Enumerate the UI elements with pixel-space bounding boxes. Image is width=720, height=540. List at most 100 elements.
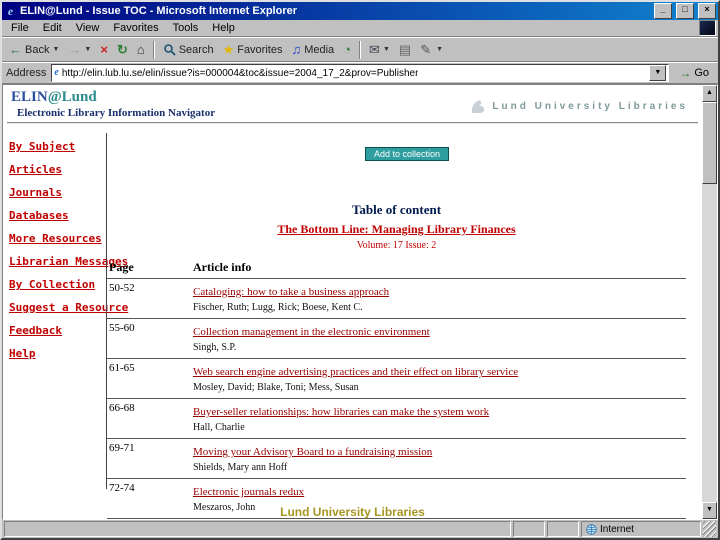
status-pane (547, 521, 579, 537)
print-button[interactable]: ▤ (395, 42, 415, 57)
browser-toolbar: ← Back ▼ → ▼ × ↻ ⌂ Search ★ Favorites ♫ … (2, 37, 718, 62)
menu-view[interactable]: View (69, 21, 107, 35)
journal-title-link[interactable]: The Bottom Line: Managing Library Financ… (107, 222, 686, 237)
menubar: File Edit View Favorites Tools Help (2, 20, 718, 37)
web-page: ELIN@Lund Electronic Library Information… (3, 85, 702, 519)
menu-edit[interactable]: Edit (36, 21, 69, 35)
forward-dropdown-icon[interactable]: ▼ (84, 46, 91, 53)
page-range: 61-65 (109, 362, 135, 374)
sidebar-item-more-resources[interactable]: More Resources (9, 232, 102, 245)
mail-dropdown-icon[interactable]: ▼ (383, 46, 390, 53)
page-range: 72-74 (109, 482, 135, 494)
toc-header: Table of content The Bottom Line: Managi… (107, 201, 686, 251)
article-link[interactable]: Electronic journals redux (193, 486, 304, 498)
article-authors: Mosley, David; Blake, Toni; Mess, Susan (193, 382, 359, 393)
forward-icon: → (68, 42, 82, 57)
resize-grip[interactable] (703, 521, 716, 537)
toolbar-separator (152, 40, 155, 59)
sidebar-item-by-subject[interactable]: By Subject (9, 140, 75, 153)
article-link[interactable]: Moving your Advisory Board to a fundrais… (193, 446, 432, 458)
article-authors: Hall, Charlie (193, 422, 245, 433)
home-icon: ⌂ (136, 42, 145, 57)
scroll-down-button[interactable]: ▼ (702, 502, 717, 519)
media-button[interactable]: ♫ Media (287, 42, 338, 57)
sidebar-item-help[interactable]: Help (9, 347, 36, 360)
page-favicon-icon: e (54, 67, 59, 78)
table-row: 55-60 Collection management in the elect… (107, 319, 686, 359)
refresh-icon: ↻ (116, 42, 128, 57)
edit-icon: ✎ (420, 42, 432, 57)
status-message-pane (4, 521, 511, 537)
home-button[interactable]: ⌂ (133, 42, 149, 57)
go-button[interactable]: → Go (674, 65, 714, 81)
back-button[interactable]: ← Back ▼ (5, 42, 63, 57)
elin-logo: ELIN@Lund (11, 89, 97, 106)
favorites-button[interactable]: ★ Favorites (219, 42, 287, 57)
mail-icon: ✉ (369, 42, 380, 57)
refresh-button[interactable]: ↻ (113, 42, 132, 57)
sidebar-item-journals[interactable]: Journals (9, 186, 62, 199)
page-footer: Lund University Libraries (280, 505, 425, 519)
browser-window: e ELIN@Lund - Issue TOC - Microsoft Inte… (0, 0, 720, 540)
article-authors: Shields, Mary ann Hoff (193, 462, 288, 473)
sidebar-item-articles[interactable]: Articles (9, 163, 62, 176)
go-icon: → (679, 66, 692, 80)
table-row: 61-65 Web search engine advertising prac… (107, 359, 686, 399)
back-dropdown-icon[interactable]: ▼ (52, 46, 59, 53)
header-divider (7, 122, 698, 124)
addressbar: Address e http://elin.lub.lu.se/elin/iss… (2, 62, 718, 84)
favorites-label: Favorites (237, 43, 283, 56)
search-button[interactable]: Search (159, 42, 218, 57)
library-header: Lund University Libraries (468, 97, 688, 115)
page-range: 50-52 (109, 282, 135, 294)
page-range: 69-71 (109, 442, 135, 454)
forward-button[interactable]: → ▼ (64, 42, 95, 57)
sidebar-item-databases[interactable]: Databases (9, 209, 69, 222)
table-row: 66-68 Buyer-seller relationships: how li… (107, 399, 686, 439)
stop-button[interactable]: × (96, 42, 112, 57)
sidebar-item-by-collection[interactable]: By Collection (9, 278, 95, 291)
add-to-collection-button[interactable]: Add to collection (365, 147, 450, 161)
toolbar-overflow-icon[interactable]: ▼ (436, 46, 443, 53)
scroll-up-button[interactable]: ▲ (702, 85, 717, 102)
status-pane (513, 521, 545, 537)
scrollbar-track[interactable] (702, 102, 717, 502)
page-range: 55-60 (109, 322, 135, 334)
edit-button[interactable]: ✎ (416, 42, 435, 57)
menu-favorites[interactable]: Favorites (106, 21, 165, 35)
article-link[interactable]: Buyer-seller relationships: how librarie… (193, 406, 489, 418)
table-row: 50-52 Cataloging: how to take a business… (107, 279, 686, 319)
close-button[interactable]: × (698, 3, 716, 19)
menu-file[interactable]: File (4, 21, 36, 35)
minimize-button[interactable]: _ (654, 3, 672, 19)
table-row: 69-71 Moving your Advisory Board to a fu… (107, 439, 686, 479)
favorites-icon: ★ (222, 42, 235, 57)
article-link[interactable]: Cataloging: how to take a business appro… (193, 286, 389, 298)
history-icon: ◔ (343, 42, 352, 57)
address-input[interactable]: e http://elin.lub.lu.se/elin/issue?is=00… (51, 64, 670, 82)
swan-logo-icon (472, 100, 485, 113)
elin-logo-text: ELIN (11, 89, 48, 105)
history-button[interactable]: ◔ (339, 42, 355, 57)
maximize-button[interactable]: □ (676, 3, 694, 19)
toolbar-separator (359, 40, 362, 59)
article-authors: Fischer, Ruth; Lugg, Rick; Boese, Kent C… (193, 302, 363, 313)
toc-title: Table of content (351, 202, 442, 217)
article-link[interactable]: Collection management in the electronic … (193, 326, 430, 338)
article-link[interactable]: Web search engine advertising practices … (193, 366, 518, 378)
address-url[interactable]: http://elin.lub.lu.se/elin/issue?is=0000… (62, 68, 419, 79)
scrollbar-thumb[interactable] (702, 102, 717, 184)
security-zone-pane: Internet (581, 521, 701, 537)
sidebar-item-feedback[interactable]: Feedback (9, 324, 62, 337)
mail-button[interactable]: ✉ ▼ (365, 42, 394, 57)
article-authors: Singh, S.P. (193, 342, 237, 353)
ie-throbber-icon (699, 20, 716, 36)
statusbar: Internet (2, 520, 718, 538)
address-dropdown-button[interactable]: ▼ (649, 65, 667, 81)
vertical-scrollbar[interactable]: ▲ ▼ (702, 85, 717, 519)
table-header: Page Article info (107, 257, 686, 279)
media-label: Media (304, 43, 335, 56)
menu-tools[interactable]: Tools (166, 21, 206, 35)
stop-icon: × (100, 42, 108, 57)
menu-help[interactable]: Help (205, 21, 242, 35)
